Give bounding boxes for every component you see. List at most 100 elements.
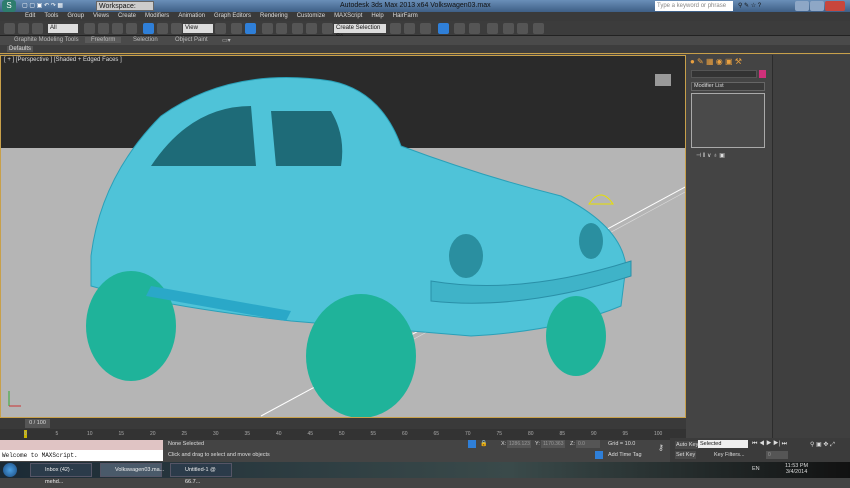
ribbon-options-icon[interactable]: ▭▾ xyxy=(222,37,231,44)
snap-toggle-icon[interactable] xyxy=(262,23,273,34)
app-logo-icon[interactable]: S xyxy=(2,0,16,12)
time-slider-thumb[interactable]: 0 / 100 xyxy=(25,419,50,428)
language-indicator[interactable]: EN xyxy=(752,466,760,472)
select-by-name-icon[interactable] xyxy=(98,23,109,34)
schematic-view-icon[interactable] xyxy=(469,23,480,34)
start-button[interactable] xyxy=(3,463,17,477)
time-tag-icon[interactable] xyxy=(595,451,603,459)
tab-object-paint[interactable]: Object Paint xyxy=(175,37,208,43)
camera-target-gizmo[interactable] xyxy=(588,194,614,205)
taskbar-firefox[interactable]: Inbox (42) - mehd... xyxy=(30,463,92,485)
y-coordinate-field[interactable]: 1170.363 xyxy=(541,440,565,448)
key-filters-button[interactable]: Key Filters... xyxy=(714,452,745,458)
taskbar-photoshop[interactable]: Untitled-1 @ 66.7... xyxy=(170,463,232,485)
render-setup-icon[interactable] xyxy=(503,23,514,34)
bind-spacewarp-icon[interactable] xyxy=(32,23,43,34)
rotate-icon[interactable] xyxy=(157,23,168,34)
select-move-icon[interactable] xyxy=(143,23,154,34)
menu-group[interactable]: Group xyxy=(67,12,84,21)
current-frame-field[interactable]: 0 xyxy=(766,451,788,459)
perspective-viewport[interactable]: [ + ] [Perspective ] [Shaded + Edged Fac… xyxy=(0,55,686,418)
isolate-selection-icon[interactable] xyxy=(468,440,476,448)
pivot-center-icon[interactable] xyxy=(215,23,226,34)
set-key-button[interactable]: Set Key xyxy=(675,451,697,459)
menu-tools[interactable]: Tools xyxy=(44,12,58,21)
layer-manager-icon[interactable] xyxy=(420,23,431,34)
align-icon[interactable] xyxy=(404,23,415,34)
viewport-nav-controls[interactable]: ⚲ ▣ ✥ ⤢ xyxy=(810,441,835,449)
menu-customize[interactable]: Customize xyxy=(297,12,325,21)
minimize-button[interactable] xyxy=(795,1,809,11)
menu-create[interactable]: Create xyxy=(118,12,136,21)
ribbon-tabs: Graphite Modeling Tools Freeform Selecti… xyxy=(0,36,850,45)
playback-controls[interactable]: ⏮ ◀ ▶ ▶| ⏭ xyxy=(752,441,787,448)
menu-edit[interactable]: Edit xyxy=(25,12,35,21)
rendered-frame-icon[interactable] xyxy=(517,23,528,34)
defaults-panel-label[interactable]: Defaults xyxy=(7,46,34,52)
menu-help[interactable]: Help xyxy=(371,12,383,21)
tab-selection[interactable]: Selection xyxy=(133,37,158,43)
timeline-tick: 90 xyxy=(591,431,597,437)
menu-rendering[interactable]: Rendering xyxy=(260,12,288,21)
maximize-button[interactable] xyxy=(810,1,824,11)
select-object-icon[interactable] xyxy=(84,23,95,34)
timeline-tick: 0 xyxy=(24,431,27,437)
scale-icon[interactable] xyxy=(171,23,182,34)
search-input[interactable]: Type a keyword or phrase xyxy=(655,1,733,11)
window-crossing-icon[interactable] xyxy=(126,23,137,34)
viewcube-icon[interactable] xyxy=(655,74,671,86)
named-selection-dropdown[interactable]: Create Selection Se xyxy=(334,24,386,40)
menu-graph-editors[interactable]: Graph Editors xyxy=(214,12,251,21)
selection-filter-dropdown[interactable]: All xyxy=(48,24,78,33)
stack-buttons[interactable]: ⊣ ‖ ∨ ♁ ▣ xyxy=(696,152,725,159)
unlink-icon[interactable] xyxy=(18,23,29,34)
modifier-list-dropdown[interactable]: Modifier List xyxy=(691,82,765,91)
lock-icon[interactable]: 🔒 xyxy=(480,440,487,447)
help-icons[interactable]: ⚲ ✎ ☆ ? xyxy=(738,2,761,9)
percent-snap-icon[interactable] xyxy=(292,23,303,34)
link-icon[interactable] xyxy=(4,23,15,34)
mirror-icon[interactable] xyxy=(390,23,401,34)
menu-views[interactable]: Views xyxy=(93,12,109,21)
rect-selection-icon[interactable] xyxy=(112,23,123,34)
z-coordinate-field[interactable]: 0.0 xyxy=(576,440,600,448)
manipulate-icon[interactable] xyxy=(231,23,242,34)
quick-access-icons[interactable]: ▢ ▢ ▣ ↶ ↷ ▦ xyxy=(22,2,63,9)
menu-modifiers[interactable]: Modifiers xyxy=(145,12,169,21)
timeline-tick: 85 xyxy=(559,431,566,437)
object-name-field[interactable] xyxy=(691,70,757,78)
workspace-dropdown[interactable]: Workspace: Default xyxy=(96,1,154,20)
clock[interactable]: 11:53 PM 3/4/2014 xyxy=(785,463,808,475)
reference-coord-dropdown[interactable]: View xyxy=(183,24,213,33)
edit-named-selection-icon[interactable] xyxy=(322,23,333,34)
key-icon[interactable]: ⚷ xyxy=(658,443,664,452)
auto-key-button[interactable]: Auto Key xyxy=(675,441,700,449)
time-slider[interactable]: 0 / 100 xyxy=(0,418,686,429)
material-editor-icon[interactable] xyxy=(487,23,498,34)
object-color-swatch[interactable] xyxy=(759,70,766,78)
tab-freeform[interactable]: Freeform xyxy=(85,37,122,43)
animation-controls: ⚷ Auto Key Selected Set Key Key Filters.… xyxy=(658,438,850,462)
menu-animation[interactable]: Animation xyxy=(178,12,205,21)
menu-hairfarm[interactable]: HairFarm xyxy=(393,12,418,21)
add-time-tag[interactable]: Add Time Tag xyxy=(608,452,642,458)
close-button[interactable] xyxy=(825,1,845,11)
command-panel-tabs[interactable]: ● ✎ ▦ ◉ ▣ ⚒ xyxy=(690,57,742,66)
angle-snap-icon[interactable] xyxy=(276,23,287,34)
x-coordinate-field[interactable]: 1286.123 xyxy=(507,440,531,448)
taskbar-3dsmax[interactable]: Volkswagen03.ma... xyxy=(100,463,164,477)
curve-editor-icon[interactable] xyxy=(454,23,465,34)
viewport-label[interactable]: [ + ] [Perspective ] [Shaded + Edged Fac… xyxy=(4,57,122,63)
tab-graphite-modeling-tools[interactable]: Graphite Modeling Tools xyxy=(14,37,79,43)
maxscript-listener-input[interactable] xyxy=(0,440,163,450)
keyboard-shortcut-icon[interactable] xyxy=(245,23,256,34)
main-toolbar: All View Create Selection Se xyxy=(0,21,850,40)
modifier-stack[interactable] xyxy=(691,93,765,148)
scene-explorer-icon[interactable] xyxy=(438,23,449,34)
render-teapot-icon[interactable] xyxy=(533,23,544,34)
maxscript-output[interactable]: Welcome to MAXScript. xyxy=(0,450,163,461)
track-bar[interactable]: 0 5 10 15 20 25 30 35 40 45 50 55 60 65 70 75 80 85 90 95 10… xyxy=(0,429,686,440)
menu-maxscript[interactable]: MAXScript xyxy=(334,12,362,21)
spinner-snap-icon[interactable] xyxy=(306,23,317,34)
key-mode-dropdown[interactable]: Selected xyxy=(698,440,748,448)
